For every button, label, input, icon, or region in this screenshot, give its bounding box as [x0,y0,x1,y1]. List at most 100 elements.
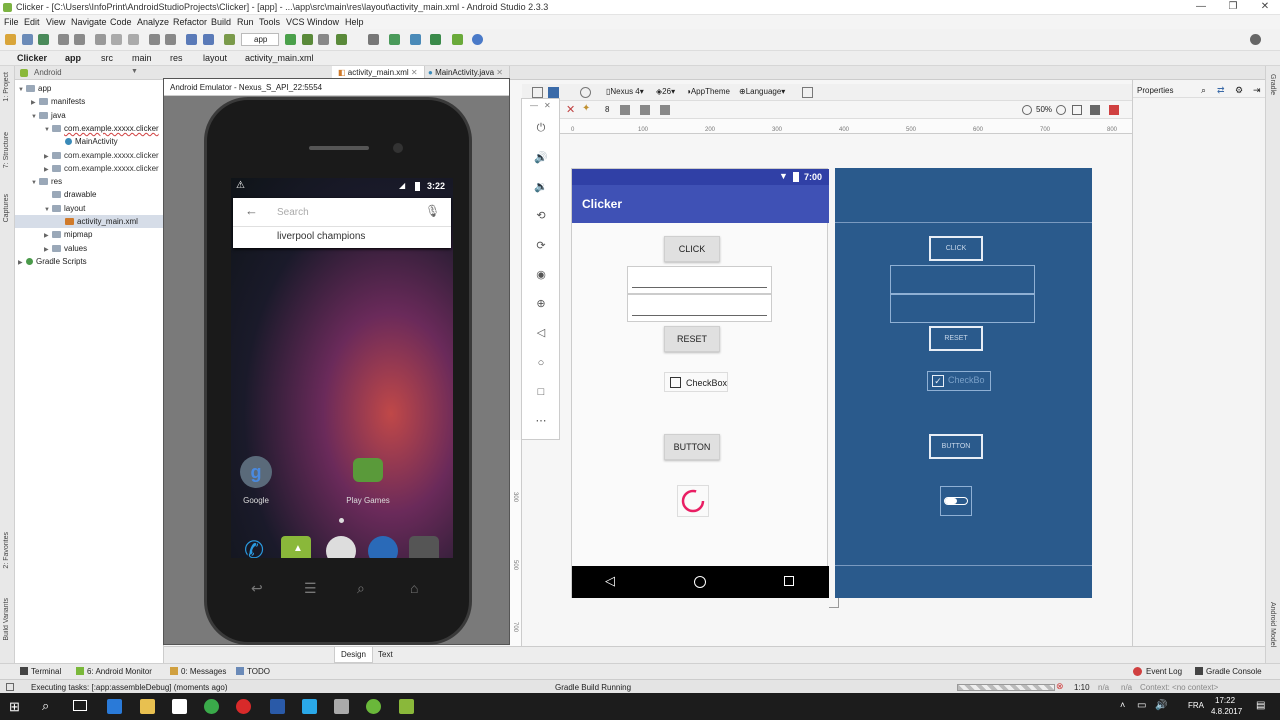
tool-android-monitor[interactable]: 6: Android Monitor [87,667,152,676]
cut-icon[interactable] [95,34,106,45]
overview-icon[interactable]: □ [534,386,548,398]
home-icon[interactable]: ○ [534,357,548,369]
palette-icon[interactable] [532,87,543,98]
file-explorer-icon[interactable] [140,699,155,714]
breadcrumb-item[interactable]: layout [203,53,227,63]
attach-debugger-icon[interactable] [336,34,347,45]
network-icon[interactable]: ▭ [1137,700,1146,711]
expand-arrow-icon[interactable]: ▼ [31,177,39,190]
back-icon[interactable] [186,34,197,45]
click-button[interactable]: CLICK [664,236,720,262]
expand-arrow-icon[interactable]: ▼ [18,84,26,97]
resize-handle-icon[interactable] [829,598,839,608]
stop-icon[interactable] [368,34,379,45]
camera-icon[interactable] [409,536,439,558]
device-search-icon[interactable]: ⌕ [357,580,365,597]
tree-item[interactable]: ▼ app [18,82,51,95]
menu-code[interactable]: Code [110,17,132,27]
tab-design[interactable]: Design [334,647,373,663]
edge-icon[interactable] [107,699,122,714]
tree-item[interactable]: drawable [44,188,96,201]
tool-window-project[interactable]: 1: Project [3,72,10,102]
tray-chevron-icon[interactable]: ˄ [1120,700,1125,710]
open-icon[interactable] [5,34,16,45]
android-studio-icon[interactable] [366,699,381,714]
tree-item[interactable]: ▶ values [44,242,87,255]
tool-todo[interactable]: TODO [247,667,270,676]
status-toggle-icon[interactable] [6,683,14,691]
device-home-icon[interactable]: ⌂ [410,580,418,596]
redo-icon[interactable] [74,34,85,45]
tree-item[interactable]: ▼ java [31,109,66,122]
power-icon[interactable]: ⏻ [534,122,548,134]
cursor-position[interactable]: 1:10 [1074,683,1090,692]
tool-terminal[interactable]: Terminal [31,667,61,676]
device-back-icon[interactable]: ↩ [251,580,263,597]
breadcrumb-item[interactable]: src [101,53,113,63]
autoconnect-icon[interactable]: ✦ [582,103,590,114]
expand-arrow-icon[interactable]: ▼ [44,124,52,137]
zoom-out-icon[interactable] [1022,105,1032,115]
pack-icon[interactable] [620,105,630,115]
tree-item[interactable]: ▼ res [31,175,62,188]
zoom-in-icon[interactable] [1056,105,1066,115]
menu-analyze[interactable]: Analyze [137,17,169,27]
menu-navigate[interactable]: Navigate [71,17,107,27]
close-icon[interactable]: ✕ [411,68,418,77]
google-app-icon[interactable]: g [240,456,272,488]
blueprint-edit-text-1[interactable] [890,265,1035,294]
gear-icon[interactable]: ⚙ [1235,85,1243,96]
blueprint-checkbox[interactable]: ✓ CheckBo [927,371,991,391]
tab-text[interactable]: Text [372,650,399,659]
expand-arrow-icon[interactable]: ▼ [31,111,39,124]
theme-selector[interactable]: ◑AppTheme [686,87,730,96]
forward-icon[interactable] [203,34,214,45]
search-icon[interactable]: ⌕ [42,698,49,714]
blueprint-edit-text-2[interactable] [890,294,1035,323]
zoom-fit-icon[interactable] [1072,105,1082,115]
tool-window-build-variants[interactable]: Build Variants [3,598,10,641]
avd-manager-icon[interactable] [389,34,400,45]
clock-time[interactable]: 17:22 [1215,696,1235,705]
keyboard-language[interactable]: FRA [1188,701,1204,710]
show-constraints-icon[interactable]: ✕ [566,103,575,116]
tree-item[interactable]: ▶ manifests [31,95,85,108]
phone-icon[interactable]: ✆ [239,536,269,558]
menu-help[interactable]: Help [345,17,364,27]
sdk-manager-icon[interactable] [410,34,421,45]
tool-gradle-console[interactable]: Gradle Console [1206,667,1262,676]
default-margin-value[interactable]: 8 [605,105,609,114]
layout-variants-icon[interactable] [802,87,813,98]
tool-window-structure[interactable]: 7: Structure [3,132,10,168]
opera-icon[interactable] [236,699,251,714]
sync-gradle-icon[interactable] [430,34,441,45]
maximize-button[interactable]: ❐ [1219,1,1247,14]
menu-window[interactable]: Window [307,17,339,27]
profile-icon[interactable] [318,34,329,45]
blueprint-toggle-icon[interactable] [548,87,559,98]
reset-button[interactable]: RESET [664,326,720,352]
orientation-icon[interactable] [580,87,591,98]
close-button[interactable]: ✕ [1251,1,1279,14]
tree-item[interactable]: ▶ com.example.xxxxx.clicker [44,162,159,175]
volume-icon[interactable]: 🔊 [1155,700,1167,711]
microphone-icon[interactable]: 🎙 [425,204,440,218]
align-icon[interactable] [640,105,650,115]
close-icon[interactable]: ✕ [544,101,551,110]
tool-event-log[interactable]: Event Log [1146,667,1182,676]
checkbox-widget[interactable]: CheckBox [664,372,728,392]
swap-icon[interactable]: ⇄ [1217,85,1225,96]
find-icon[interactable] [149,34,160,45]
tool-window-favorites[interactable]: 2: Favorites [3,532,10,569]
cancel-build-icon[interactable]: ⊗ [1056,681,1064,692]
tree-item[interactable]: ▼ com.example.xxxxx.clicker [44,122,159,135]
expand-arrow-icon[interactable]: ▶ [18,257,26,270]
screenshot-icon[interactable]: ◉ [534,269,548,281]
search-suggestion[interactable]: liverpool champions [277,231,365,241]
menu-run[interactable]: Run [237,17,254,27]
breadcrumb-item[interactable]: res [170,53,183,63]
word-icon[interactable] [270,699,285,714]
blueprint-progress[interactable] [940,486,972,516]
undo-icon[interactable] [58,34,69,45]
rotate-left-icon[interactable]: ⟲ [534,210,548,222]
